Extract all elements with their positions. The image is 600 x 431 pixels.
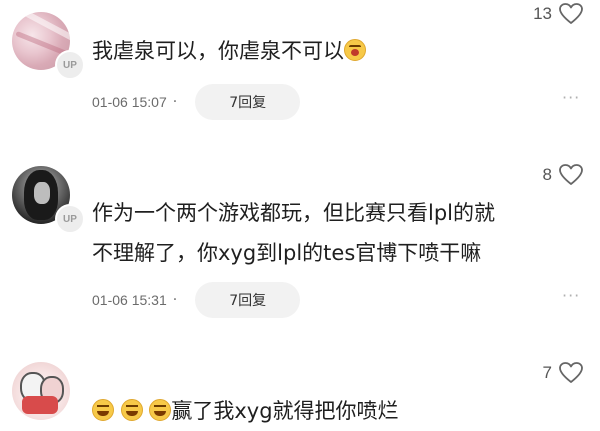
comment-text-line: 作为一个两个游戏都玩，但比赛只看lpl的就: [92, 201, 495, 225]
separator-dot: ·: [172, 292, 178, 308]
more-options-icon[interactable]: ···: [562, 286, 580, 305]
like-count: 7: [542, 363, 552, 382]
avatar-container[interactable]: UP: [12, 12, 85, 80]
comment-text: 我虐泉可以，你虐泉不可以: [92, 34, 366, 68]
up-badge: UP: [55, 204, 85, 234]
like-group[interactable]: 7: [543, 361, 584, 385]
comment-meta: 01-06 15:07 · 7回复: [92, 84, 301, 120]
up-badge: UP: [55, 50, 85, 80]
heart-icon[interactable]: [558, 163, 584, 187]
comment-text-line: 赢了我xyg就得把你喷烂: [171, 399, 399, 423]
comment-text: 赢了我xyg就得把你喷烂: [92, 394, 399, 428]
laughing-face-emoji: [149, 399, 172, 421]
like-group[interactable]: 13: [533, 2, 584, 26]
reply-count-button[interactable]: 7回复: [195, 84, 301, 120]
comment-meta: 01-06 15:31 · 7回复: [92, 282, 301, 318]
heart-icon[interactable]: [558, 361, 584, 385]
avatar[interactable]: [12, 362, 70, 420]
comment-date: 01-06 15:31: [92, 292, 167, 308]
reply-count-button[interactable]: 7回复: [195, 282, 301, 318]
shouting-face-emoji: [344, 39, 366, 61]
heart-icon[interactable]: [558, 2, 584, 26]
comment-date: 01-06 15:07: [92, 94, 167, 110]
separator-dot: ·: [172, 94, 178, 110]
comment-text-line: 我虐泉可以，你虐泉不可以: [92, 39, 344, 63]
like-count: 8: [542, 165, 552, 184]
like-count: 13: [533, 4, 552, 23]
comment-text: 作为一个两个游戏都玩，但比赛只看lpl的就 不理解了，你xyg到lpl的tes官…: [92, 196, 495, 270]
avatar-container[interactable]: UP: [12, 166, 85, 234]
more-options-icon[interactable]: ···: [562, 88, 580, 107]
laughing-face-emoji: [120, 399, 143, 421]
avatar-container[interactable]: [12, 362, 70, 420]
laughing-face-emoji: [92, 399, 114, 421]
comment-text-line: 不理解了，你xyg到lpl的tes官博下喷干嘛: [92, 241, 482, 265]
like-group[interactable]: 8: [543, 163, 584, 187]
